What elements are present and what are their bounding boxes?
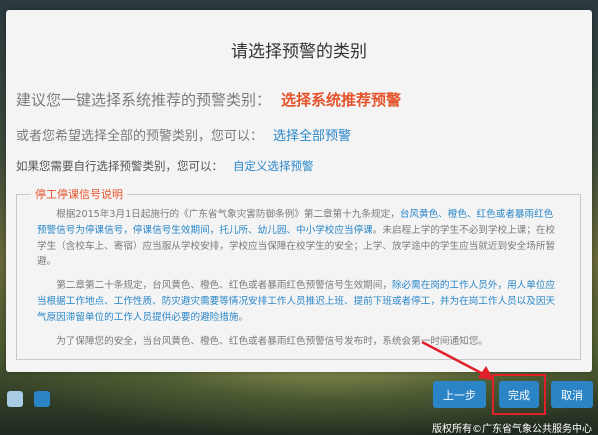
copyright-text: 版权所有©广东省气象公共服务中心	[432, 424, 592, 435]
select-all-link[interactable]: 选择全部预警	[273, 129, 351, 144]
p2-text-c: 。	[238, 311, 249, 323]
suspension-info-content: 根据2015年3月1日起施行的《广东省气象灾害防御条例》第二章第十九条规定，台风…	[37, 207, 562, 357]
all-label: 或者您希望选择全部的预警类别，您可以：	[16, 129, 264, 144]
custom-row: 如果您需要自行选择预警类别，您可以： 自定义选择预警	[16, 158, 314, 174]
alert-category-dialog: 请选择预警的类别 建议您一键选择系统推荐的预警类别： 选择系统推荐预警 或者您希望…	[6, 10, 592, 372]
p2-text-a: 第二章第二十条规定，台风黄色、橙色、红色或者暴雨红色预警信号生效期间，	[56, 280, 392, 292]
done-button-highlight	[492, 374, 546, 415]
info-paragraph-3: 为了保障您的安全，当台风黄色、橙色、红色或者暴雨红色预警信号发布时，系统会第一时…	[56, 335, 488, 347]
page-indicator-2[interactable]	[34, 391, 50, 407]
custom-label: 如果您需要自行选择预警类别，您可以：	[16, 159, 223, 173]
cancel-button[interactable]: 取消	[551, 381, 593, 408]
suspension-info-box: 停工停课信号说明 根据2015年3月1日起施行的《广东省气象灾害防御条例》第二章…	[16, 186, 581, 360]
recommended-row: 建议您一键选择系统推荐的预警类别： 选择系统推荐预警	[16, 89, 401, 110]
all-row: 或者您希望选择全部的预警类别，您可以： 选择全部预警	[16, 125, 351, 144]
info-paragraph-1: 根据2015年3月1日起施行的《广东省气象灾害防御条例》第二章第十九条规定，台风…	[37, 207, 562, 270]
recommended-label: 建议您一键选择系统推荐的预警类别：	[16, 91, 272, 109]
custom-select-link[interactable]: 自定义选择预警	[233, 159, 314, 173]
p1-text-a: 根据2015年3月1日起施行的《广东省气象灾害防御条例》第二章第十九条规定，	[56, 209, 400, 220]
page-indicator-1[interactable]	[7, 391, 23, 407]
suspension-info-legend: 停工停课信号说明	[31, 186, 127, 202]
previous-step-button[interactable]: 上一步	[433, 381, 486, 408]
select-recommended-link[interactable]: 选择系统推荐预警	[281, 91, 401, 109]
info-paragraph-2: 第二章第二十条规定，台风黄色、橙色、红色或者暴雨红色预警信号生效期间，除必需在岗…	[37, 278, 562, 325]
dialog-title: 请选择预警的类别	[231, 42, 367, 62]
